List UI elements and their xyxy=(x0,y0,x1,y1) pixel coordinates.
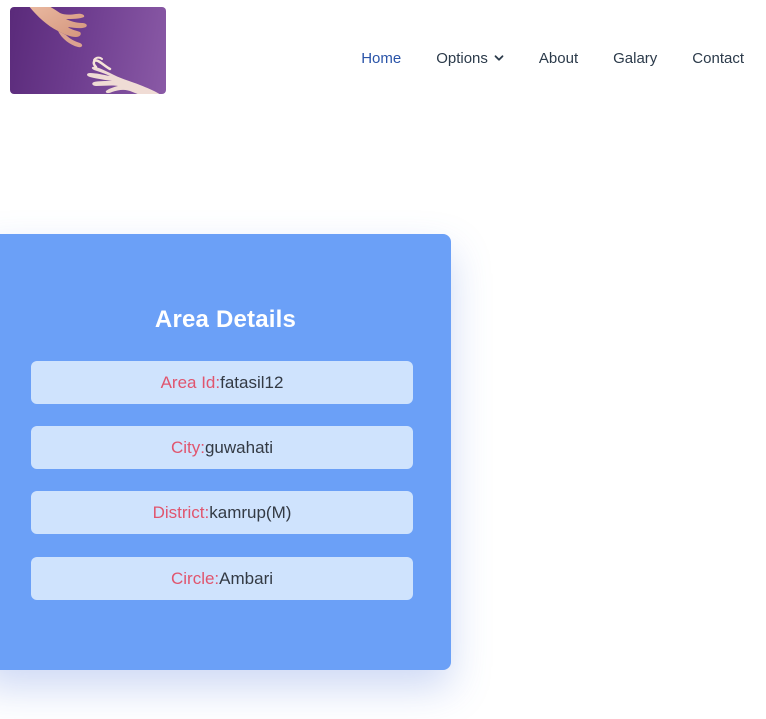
detail-row-area-id: Area Id: fatasil12 xyxy=(31,361,413,404)
detail-label: City: xyxy=(170,437,205,457)
nav-galary-label: Galary xyxy=(613,49,658,67)
detail-label: District: xyxy=(152,502,210,522)
nav-galary[interactable]: Galary xyxy=(613,47,657,69)
detail-label: Circle: xyxy=(170,568,220,588)
detail-value: Ambari xyxy=(219,568,274,588)
site-logo[interactable] xyxy=(10,7,166,94)
detail-row-circle: Circle: Ambari xyxy=(31,557,413,600)
nav-contact-label: Contact xyxy=(692,49,744,67)
detail-value: kamrup(M) xyxy=(209,502,292,522)
detail-row-city: City: guwahati xyxy=(31,426,413,469)
nav-contact[interactable]: Contact xyxy=(692,47,744,69)
detail-value: guwahati xyxy=(204,437,274,457)
nav-options-label: Options xyxy=(436,49,488,67)
nav-about-label: About xyxy=(538,49,579,67)
nav-about[interactable]: About xyxy=(539,47,578,69)
page: Home Options About Galary Contact Area D… xyxy=(0,0,766,719)
card-title: Area Details xyxy=(154,306,297,333)
main-nav: Home Options About Galary Contact xyxy=(361,47,744,69)
nav-options[interactable]: Options xyxy=(436,47,504,69)
detail-row-district: District: kamrup(M) xyxy=(31,491,413,534)
hands-reaching-icon xyxy=(29,7,160,94)
detail-value: fatasil12 xyxy=(220,372,284,392)
area-details-card: Area Details Area Id: fatasil12 City: guwa… xyxy=(0,234,451,670)
nav-home[interactable]: Home xyxy=(361,47,401,69)
nav-home-label: Home xyxy=(361,49,402,67)
detail-label: Area Id: xyxy=(160,372,221,392)
chevron-down-icon xyxy=(494,55,504,61)
